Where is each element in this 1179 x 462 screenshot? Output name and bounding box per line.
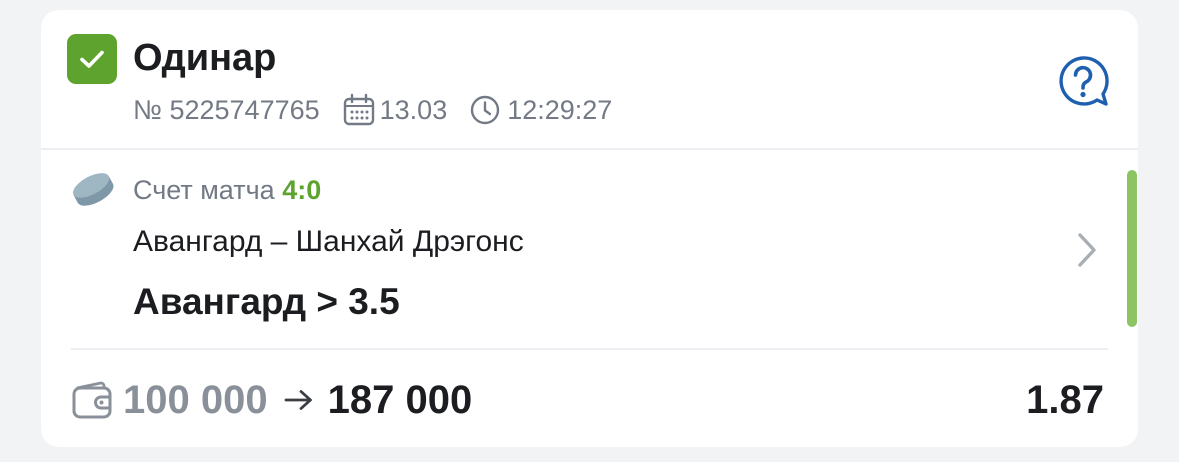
footer-divider (71, 348, 1108, 350)
wallet-icon (71, 380, 115, 420)
bet-number: № 5225747765 (133, 94, 320, 125)
header-divider (41, 148, 1138, 150)
bet-meta: № 5225747765 13.03 12:29:27 (133, 92, 612, 128)
bet-selection: Авангард > 3.5 (133, 281, 400, 322)
score-value: 4:0 (282, 175, 322, 205)
calendar-icon (342, 93, 376, 127)
bet-time-group: 12:29:27 (469, 94, 612, 126)
check-icon (67, 34, 117, 84)
stake-amount: 100 000 (123, 378, 268, 422)
odds-value: 1.87 (1026, 378, 1104, 422)
bet-card: Одинар № 5225747765 13.03 12:29:27 Счет … (41, 10, 1138, 447)
bet-date-group: 13.03 (342, 93, 448, 127)
clock-icon (469, 94, 501, 126)
bet-date: 13.03 (379, 94, 448, 125)
payout-amount: 187 000 (327, 378, 473, 422)
event-teams: Авангард – Шанхай Дрэгонс (133, 225, 524, 258)
help-chat-icon[interactable] (1056, 54, 1110, 114)
bet-time: 12:29:27 (507, 94, 613, 125)
hockey-puck-icon (69, 168, 117, 210)
chevron-right-icon[interactable] (1073, 230, 1101, 270)
win-status-bar (1127, 170, 1137, 327)
bet-type-title: Одинар (133, 37, 277, 79)
arrow-right-icon (284, 388, 314, 412)
match-score-line: Счет матча 4:0 (133, 172, 321, 208)
score-label: Счет матча (133, 175, 275, 205)
amounts-row: 100 000 187 000 (123, 374, 472, 426)
